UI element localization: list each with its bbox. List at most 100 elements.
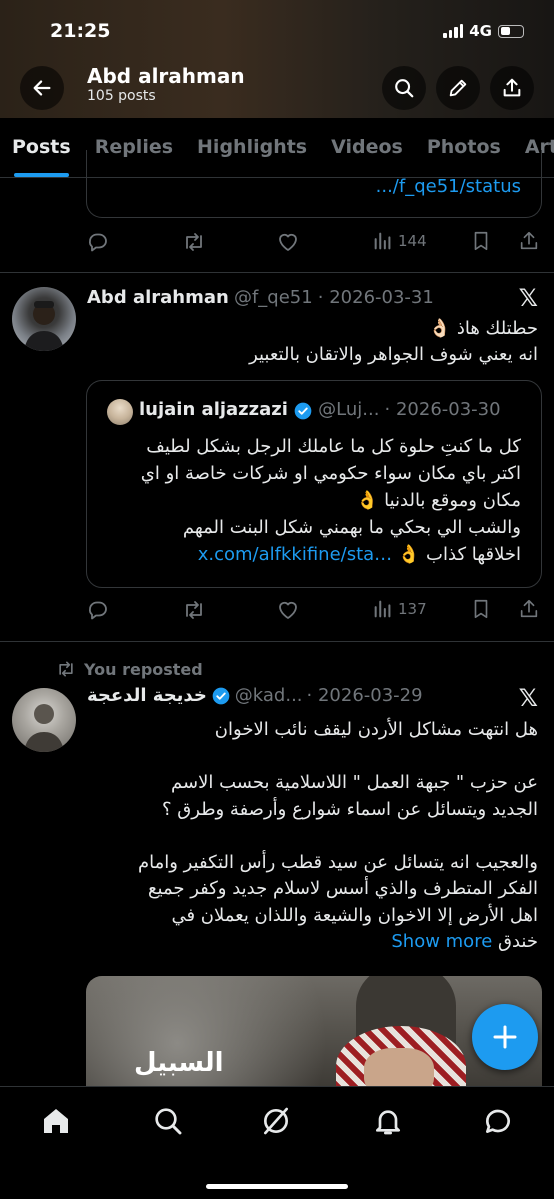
- avatar[interactable]: [12, 287, 76, 351]
- quote-date: · 2026-03-30: [384, 399, 501, 420]
- share-post-button[interactable]: [518, 598, 540, 620]
- status-time: 21:25: [50, 20, 111, 42]
- quote-last-text: اخلاقها كذاب 👌: [397, 544, 521, 565]
- author-name[interactable]: خديجة الدعجة: [87, 685, 207, 706]
- show-more-link[interactable]: Show more: [391, 931, 492, 952]
- post-line: الفكر المتطرف والذي أسس لاسلام جديد وكفر…: [147, 878, 538, 899]
- x-logo-icon: 𝕏: [518, 284, 538, 312]
- post-author-line: Abd alrahman @f_qe51 · 2026-03-31: [87, 287, 434, 308]
- quote-author-line: lujain aljazzazi @Luj... · 2026-03-30: [139, 399, 501, 421]
- post-line: خندق Show more: [86, 929, 538, 956]
- quote-line: والشب الي بحكي ما بهمني شكل البنت المهم: [182, 517, 521, 538]
- post-date[interactable]: · 2026-03-31: [318, 287, 434, 308]
- quote-link[interactable]: .../f_qe51/status: [376, 176, 521, 197]
- views-chart-icon: [374, 232, 391, 250]
- edit-button[interactable]: [436, 66, 480, 110]
- heart-icon: [279, 601, 297, 619]
- home-indicator: [206, 1184, 348, 1189]
- bookmark-button[interactable]: [470, 598, 492, 620]
- quote-line: اخلاقها كذاب 👌 x.com/alfkkifine/sta…: [101, 541, 521, 568]
- quote-line: كل ما كنتِ حلوة كل ما عاملك الرجل بشكل ل…: [146, 436, 521, 457]
- post-actions: 144: [86, 230, 544, 260]
- post-line: [86, 744, 538, 771]
- views-count: 144: [398, 232, 427, 250]
- arrow-left-icon: [33, 80, 51, 96]
- share-icon: [503, 78, 521, 97]
- compose-button[interactable]: [472, 1004, 538, 1070]
- profile-header: 21:25 4G Abd alrahman 105 posts: [0, 0, 554, 118]
- post-line: الجديد ويتسائل عن اسماء شوارع وأرصفة وطر…: [162, 798, 538, 820]
- nav-notifications[interactable]: [372, 1105, 404, 1141]
- last-word: خندق: [498, 931, 538, 952]
- post-text: هل انتهت مشاكل الأردن ليقف نائب الاخوان …: [86, 717, 538, 956]
- share-post-button[interactable]: [518, 230, 540, 252]
- search-button[interactable]: [382, 66, 426, 110]
- bottom-navigation: [0, 1086, 554, 1199]
- author-handle[interactable]: @kad...: [235, 685, 303, 706]
- share-icon: [520, 231, 538, 250]
- repost-button[interactable]: [182, 598, 206, 622]
- nav-home[interactable]: [40, 1105, 72, 1141]
- nav-messages[interactable]: [482, 1105, 514, 1141]
- post-actions: 137: [86, 598, 544, 628]
- quoted-post-card[interactable]: lujain aljazzazi @Luj... · 2026-03-30 كل…: [86, 380, 542, 588]
- quote-text: كل ما كنتِ حلوة كل ما عاملك الرجل بشكل ل…: [101, 433, 521, 568]
- battery-icon: [498, 24, 524, 38]
- share-button[interactable]: [490, 66, 534, 110]
- author-name[interactable]: Abd alrahman: [87, 287, 229, 308]
- signal-icon: [443, 24, 464, 38]
- quote-line: مكان وموقع بالدنيا 👌: [355, 490, 521, 511]
- views-button[interactable]: 144: [372, 230, 427, 252]
- repost-label: You reposted: [84, 659, 203, 679]
- heart-icon: [279, 233, 297, 251]
- views-chart-icon: [374, 600, 391, 618]
- post-text: حطتلك هاذ 👌🏻 انه يعني شوف الجواهر والاتق…: [86, 316, 538, 368]
- home-icon: [44, 1109, 68, 1133]
- avatar[interactable]: [12, 688, 76, 752]
- back-button[interactable]: [20, 66, 64, 110]
- views-button[interactable]: 137: [372, 598, 427, 620]
- views-count: 137: [398, 600, 427, 618]
- repost-button[interactable]: [182, 230, 206, 254]
- bookmark-button[interactable]: [470, 230, 492, 252]
- tab-posts[interactable]: Posts: [0, 118, 83, 177]
- post-line: انه يعني شوف الجواهر والاتقان بالتعبير: [249, 344, 538, 365]
- bookmark-icon: [474, 599, 488, 619]
- pencil-icon: [449, 79, 467, 97]
- search-icon: [395, 79, 414, 98]
- repost-indicator: You reposted: [56, 659, 203, 679]
- repost-icon: [59, 661, 73, 677]
- author-handle[interactable]: @f_qe51: [234, 287, 313, 308]
- quote-link[interactable]: x.com/alfkkifine/sta…: [198, 544, 392, 565]
- repost-icon: [186, 601, 202, 619]
- nav-search[interactable]: [152, 1105, 184, 1141]
- search-icon: [155, 1108, 182, 1135]
- reply-button[interactable]: [86, 598, 110, 622]
- share-icon: [520, 599, 538, 618]
- post-author-line: خديجة الدعجة @kad... · 2026-03-29: [87, 685, 423, 706]
- quote-line: اكتر باي مكان سواء حكومي او شركات خاصة ا…: [140, 463, 521, 484]
- reply-icon: [89, 233, 107, 252]
- grok-icon: [264, 1107, 288, 1135]
- quoted-post-card[interactable]: .../f_qe51/status: [86, 150, 542, 218]
- image-face: [364, 1048, 434, 1088]
- post-date[interactable]: · 2026-03-29: [307, 685, 423, 706]
- bookmark-icon: [474, 231, 488, 251]
- profile-name: Abd alrahman: [87, 64, 245, 88]
- reply-button[interactable]: [86, 230, 110, 254]
- quote-handle: @Luj...: [318, 399, 380, 420]
- post-line: اهل الأرض إلا الاخوان والشيعة واللذان يع…: [171, 904, 538, 926]
- like-button[interactable]: [276, 598, 300, 622]
- status-indicators: 4G: [443, 22, 524, 40]
- nav-grok[interactable]: [260, 1105, 292, 1141]
- like-button[interactable]: [276, 230, 300, 254]
- quote-author-name: lujain aljazzazi: [139, 399, 288, 420]
- bell-icon: [376, 1110, 400, 1135]
- quote-avatar: [107, 399, 133, 425]
- post-line: عن حزب " جبهة العمل " اللاسلامية بحسب ال…: [171, 772, 538, 793]
- verified-badge-icon: [294, 402, 312, 419]
- plus-icon: [493, 1025, 517, 1049]
- post-line: [86, 823, 538, 850]
- verified-badge-icon: [212, 687, 230, 704]
- x-logo-icon: 𝕏: [518, 684, 538, 712]
